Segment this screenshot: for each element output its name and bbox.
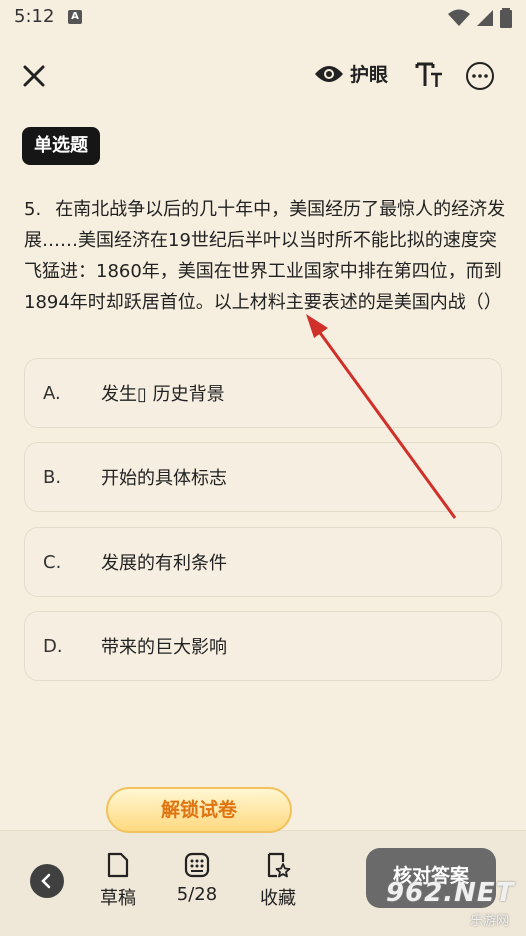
unlock-paper-button[interactable]: 解锁试卷 — [106, 787, 292, 833]
top-bar: 护眼 — [0, 44, 526, 108]
status-bar: 5:12 A — [0, 0, 526, 36]
question-type-badge: 单选题 — [22, 127, 100, 165]
font-size-icon[interactable] — [414, 60, 444, 90]
draft-icon — [107, 852, 129, 878]
option-letter: A. — [43, 382, 61, 404]
question-number: 5. — [24, 199, 42, 220]
option-text: 带来的巨大影响 — [101, 637, 227, 658]
question-grid-button[interactable]: 5/28 — [167, 850, 227, 905]
option-letter: B. — [43, 466, 62, 488]
option-text: 发生▯ 历史背景 — [101, 384, 225, 405]
status-time: 5:12 — [14, 6, 55, 27]
status-indicators — [448, 8, 512, 28]
watermark-logo: 962.NET — [386, 878, 515, 908]
option-text: 开始的具体标志 — [101, 468, 227, 489]
option-b[interactable]: B. 开始的具体标志 — [24, 442, 502, 512]
notification-a-icon: A — [68, 10, 82, 24]
grid-icon — [184, 852, 210, 878]
close-icon[interactable] — [18, 60, 50, 92]
eye-care-button[interactable]: 护眼 — [314, 60, 388, 87]
watermark-sub: 乐游网 — [470, 914, 510, 929]
favorite-label: 收藏 — [260, 888, 296, 909]
option-d[interactable]: D. 带来的巨大影响 — [24, 611, 502, 681]
more-options-button[interactable] — [466, 62, 494, 90]
battery-icon — [500, 8, 512, 28]
option-c[interactable]: C. 发展的有利条件 — [24, 527, 502, 597]
question-text: 5. 在南北战争以后的几十年中，美国经历了最惊人的经济发展……美国经济在19世纪后… — [24, 194, 506, 318]
more-icon — [472, 74, 488, 78]
draft-button[interactable]: 草稿 — [88, 850, 148, 910]
option-letter: C. — [43, 551, 62, 573]
option-letter: D. — [43, 635, 63, 657]
eye-care-label: 护眼 — [350, 64, 389, 86]
option-text: 发展的有利条件 — [101, 553, 227, 574]
signal-icon — [477, 10, 493, 26]
option-a[interactable]: A. 发生▯ 历史背景 — [24, 358, 502, 428]
favorite-icon — [267, 852, 291, 878]
progress-label: 5/28 — [176, 884, 218, 905]
eye-icon — [315, 65, 343, 82]
previous-question-button[interactable] — [30, 864, 64, 898]
wifi-icon — [448, 9, 470, 26]
back-icon — [41, 873, 51, 889]
draft-label: 草稿 — [100, 888, 136, 909]
favorite-button[interactable]: 收藏 — [248, 850, 308, 910]
question-body: 在南北战争以后的几十年中，美国经历了最惊人的经济发展……美国经济在19世纪后半叶… — [24, 199, 506, 313]
